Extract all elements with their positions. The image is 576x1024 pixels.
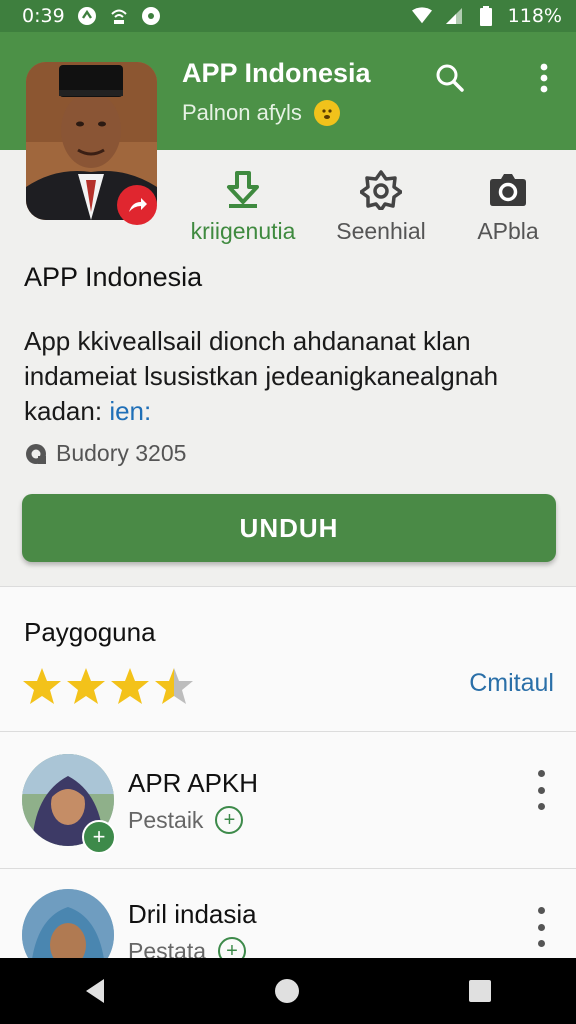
app-name-heading: APP Indonesia — [24, 262, 203, 292]
hotspot-icon — [109, 6, 129, 26]
user-subtitle-text: Pestaik — [128, 806, 204, 833]
search-button[interactable] — [428, 56, 472, 100]
add-circle-icon[interactable]: + — [215, 806, 244, 834]
description-link[interactable]: ien: — [109, 396, 151, 426]
action-settings[interactable]: Seenhial — [311, 170, 451, 245]
install-button[interactable]: UNDUH — [22, 494, 556, 562]
add-circle-icon[interactable]: + — [218, 937, 246, 959]
app-bar-title: APP Indonesia — [182, 58, 371, 88]
star-rating — [22, 667, 194, 705]
user-list-item[interactable]: Dril indasia Pestata + — [0, 868, 576, 959]
star-icon — [111, 668, 149, 704]
action-camera-label: APbla — [477, 218, 539, 244]
emoji-icon — [313, 100, 340, 126]
follow-badge[interactable]: + — [82, 820, 116, 854]
app-description: App kkiveallsail dionch ahdananat klan i… — [24, 324, 554, 429]
status-time: 0:39 — [22, 5, 65, 27]
signal-icon — [444, 6, 464, 26]
wifi-icon — [411, 6, 432, 26]
see-all-link[interactable]: Cmitaul — [469, 669, 554, 698]
system-navigation-bar — [0, 958, 576, 1024]
gear-icon — [360, 170, 402, 210]
action-settings-label: Seenhial — [336, 218, 426, 244]
rating-title: Paygoguna — [24, 617, 156, 647]
user-subtitle: Pestaik + — [128, 806, 244, 834]
sync-icon — [77, 6, 97, 26]
rating-section: Paygoguna Cmitaul — [0, 586, 576, 731]
subtitle-text: Palnon afyls — [182, 100, 302, 125]
user-list-item[interactable]: + APR APKH Pestaik + — [0, 731, 576, 868]
user-name: APR APKH — [128, 768, 259, 798]
action-camera[interactable]: APbla — [438, 170, 576, 245]
action-download-label: kriigenutia — [190, 218, 296, 244]
camera-icon — [490, 174, 526, 206]
star-icon — [23, 668, 61, 704]
battery-level: 118% — [507, 5, 562, 27]
download-count: Budory 3205 — [24, 440, 186, 467]
share-badge[interactable] — [117, 185, 157, 225]
share-icon — [129, 198, 147, 212]
user-more-button[interactable] — [526, 907, 556, 947]
user-more-button[interactable] — [526, 770, 556, 810]
user-subtitle: Pestata + — [128, 937, 246, 959]
back-icon[interactable] — [84, 978, 106, 1004]
more-options-button[interactable] — [522, 56, 566, 100]
downloads-icon — [26, 443, 46, 464]
download-count-text: Budory 3205 — [56, 440, 187, 466]
download-icon — [227, 171, 259, 208]
half-star-icon — [155, 668, 193, 704]
more-vert-icon — [540, 63, 548, 93]
description-text: App kkiveallsail dionch ahdananat klan i… — [24, 326, 499, 426]
user-name: Dril indasia — [128, 899, 257, 929]
home-icon[interactable] — [274, 978, 300, 1004]
action-download[interactable]: kriigenutia — [173, 170, 313, 245]
notification-icon — [141, 6, 161, 26]
search-icon — [436, 64, 464, 92]
battery-icon — [476, 6, 496, 26]
recents-icon[interactable] — [468, 979, 492, 1003]
star-icon — [67, 668, 105, 704]
app-bar-subtitle: Palnon afyls — [182, 100, 340, 126]
status-bar: 0:39 118% — [0, 0, 576, 32]
avatar — [22, 889, 114, 959]
user-subtitle-text: Pestata — [128, 937, 206, 960]
